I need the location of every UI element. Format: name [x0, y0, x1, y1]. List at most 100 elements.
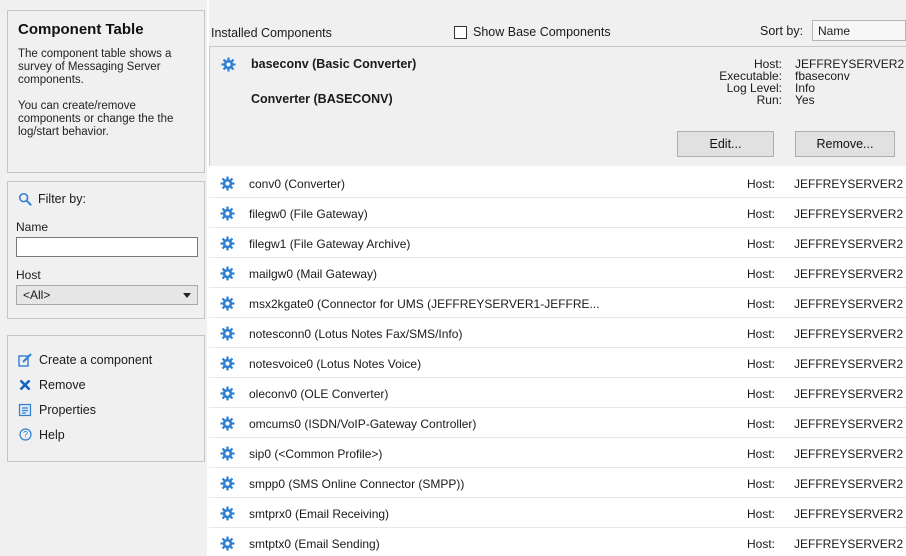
host-key: Host:: [747, 177, 776, 191]
show-base-components-checkbox[interactable]: [454, 25, 467, 39]
gear-icon: [220, 266, 235, 284]
name-filter-input[interactable]: [16, 237, 198, 257]
properties-label: Properties: [39, 402, 96, 417]
gear-icon: [220, 536, 235, 554]
sort-by-label: Sort by:: [760, 24, 804, 38]
component-row[interactable]: smtptx0 (Email Sending) Host: JEFFREYSERVE…: [209, 528, 906, 556]
gear-icon: [220, 326, 235, 344]
installed-components-title: Installed Components: [211, 26, 332, 40]
component-name: filegw1 (File Gateway Archive): [249, 237, 411, 251]
host-key: Host:: [747, 297, 776, 311]
host-value: JEFFREYSERVER2: [794, 477, 904, 491]
component-row[interactable]: conv0 (Converter) Host: JEFFREYSERVER2: [209, 168, 906, 198]
gear-icon: [220, 176, 235, 194]
sort-by-select[interactable]: Name: [812, 20, 906, 41]
run-value: Yes: [795, 93, 815, 107]
gear-icon: [220, 446, 235, 464]
gear-icon: [220, 506, 235, 524]
left-sidebar: Component Table The component table show…: [0, 0, 207, 556]
selected-component-detail[interactable]: baseconv (Basic Converter) Converter (BA…: [209, 46, 906, 166]
remove-action[interactable]: Remove: [18, 372, 196, 397]
component-row[interactable]: filegw1 (File Gateway Archive) Host: JEFFR…: [209, 228, 906, 258]
actions-panel: Create a component Remove Properties ? H…: [7, 335, 205, 462]
host-key: Host:: [747, 237, 776, 251]
intro-panel: Component Table The component table show…: [7, 10, 205, 173]
sort-by-value: Name: [818, 24, 851, 38]
host-key: Host:: [747, 267, 776, 281]
component-row[interactable]: notesvoice0 (Lotus Notes Voice) Host: JEFF…: [209, 348, 906, 378]
component-name: msx2kgate0 (Connector for UMS (JEFFREYSE…: [249, 297, 600, 311]
host-filter-label: Host: [16, 268, 41, 282]
host-value: JEFFREYSERVER2: [794, 357, 904, 371]
component-name: notesvoice0 (Lotus Notes Voice): [249, 357, 422, 371]
help-icon: ?: [18, 428, 32, 442]
name-filter-label: Name: [16, 220, 49, 234]
edit-button[interactable]: Edit...: [677, 131, 774, 157]
host-value: JEFFREYSERVER2: [794, 297, 904, 311]
component-row[interactable]: msx2kgate0 (Connector for UMS (JEFFREYSE…: [209, 288, 906, 318]
component-name: notesconn0 (Lotus Notes Fax/SMS/Info): [249, 327, 463, 341]
properties-icon: [18, 403, 32, 417]
component-name: conv0 (Converter): [249, 177, 346, 191]
filter-header: Filter by:: [18, 192, 196, 206]
host-filter-select[interactable]: <All>: [16, 285, 198, 305]
magnifier-icon: [18, 192, 32, 206]
chevron-down-icon: [183, 292, 191, 298]
selected-component-name: baseconv (Basic Converter): [251, 57, 417, 71]
svg-text:?: ?: [22, 430, 27, 440]
gear-icon: [220, 386, 235, 404]
component-row[interactable]: omcums0 (ISDN/VoIP-Gateway Controller) Ho…: [209, 408, 906, 438]
host-key: Host:: [747, 447, 776, 461]
create-component-label: Create a component: [39, 352, 153, 367]
gear-icon: [220, 416, 235, 434]
host-value: JEFFREYSERVER2: [794, 267, 904, 281]
list-toolbar: Installed Components Show Base Component…: [209, 0, 906, 46]
component-name: mailgw0 (Mail Gateway): [249, 267, 378, 281]
detail-keys: Host: Executable: Log Level: Run:: [719, 58, 782, 106]
host-key: Host:: [747, 507, 776, 521]
sidebar-hint: You can create/remove components or chan…: [18, 100, 174, 138]
create-component-action[interactable]: Create a component: [18, 347, 196, 372]
component-row[interactable]: smtprx0 (Email Receiving) Host: JEFFREYSER…: [209, 498, 906, 528]
gear-icon: [220, 236, 235, 254]
component-name: oleconv0 (OLE Converter): [249, 387, 389, 401]
component-list: conv0 (Converter) Host: JEFFREYSERVER2 file…: [209, 168, 906, 556]
component-name: smpp0 (SMS Online Connector (SMPP)): [249, 477, 465, 491]
component-row[interactable]: mailgw0 (Mail Gateway) Host: JEFFREYSERVER…: [209, 258, 906, 288]
host-filter-value: <All>: [23, 288, 51, 302]
properties-action[interactable]: Properties: [18, 397, 196, 422]
gear-icon: [220, 296, 235, 314]
host-value: JEFFREYSERVER2: [794, 327, 904, 341]
gear-icon: [220, 476, 235, 494]
create-icon: [18, 352, 32, 367]
gear-icon: [221, 57, 236, 75]
host-value: JEFFREYSERVER2: [794, 177, 904, 191]
component-row[interactable]: smpp0 (SMS Online Connector (SMPP)) Host:…: [209, 468, 906, 498]
component-row[interactable]: oleconv0 (OLE Converter) Host: JEFFREYSERV…: [209, 378, 906, 408]
show-base-components-toggle[interactable]: Show Base Components: [454, 25, 611, 39]
component-name: filegw0 (File Gateway): [249, 207, 368, 221]
sidebar-title: Component Table: [18, 21, 144, 38]
component-list-area: Installed Components Show Base Component…: [209, 0, 906, 556]
component-name: omcums0 (ISDN/VoIP-Gateway Controller): [249, 417, 477, 431]
sidebar-description: The component table shows a survey of Me…: [18, 48, 172, 86]
show-base-components-label: Show Base Components: [473, 25, 611, 39]
host-value: JEFFREYSERVER2: [794, 447, 904, 461]
selected-component-type: Converter (BASECONV): [251, 92, 393, 106]
component-row[interactable]: sip0 (<Common Profile>) Host: JEFFREYSERVE…: [209, 438, 906, 468]
host-value: JEFFREYSERVER2: [794, 387, 904, 401]
component-name: smtprx0 (Email Receiving): [249, 507, 390, 521]
host-value: JEFFREYSERVER2: [794, 507, 904, 521]
component-name: sip0 (<Common Profile>): [249, 447, 383, 461]
gear-icon: [220, 206, 235, 224]
component-row[interactable]: filegw0 (File Gateway) Host: JEFFREYSERVER…: [209, 198, 906, 228]
help-action[interactable]: ? Help: [18, 422, 196, 447]
remove-x-icon: [18, 378, 32, 392]
host-value: JEFFREYSERVER2: [794, 207, 904, 221]
host-key: Host:: [747, 537, 776, 551]
remove-button[interactable]: Remove...: [795, 131, 895, 157]
host-value: JEFFREYSERVER2: [794, 537, 904, 551]
host-key: Host:: [747, 417, 776, 431]
component-row[interactable]: notesconn0 (Lotus Notes Fax/SMS/Info) Hos…: [209, 318, 906, 348]
filter-label: Filter by:: [38, 192, 86, 206]
